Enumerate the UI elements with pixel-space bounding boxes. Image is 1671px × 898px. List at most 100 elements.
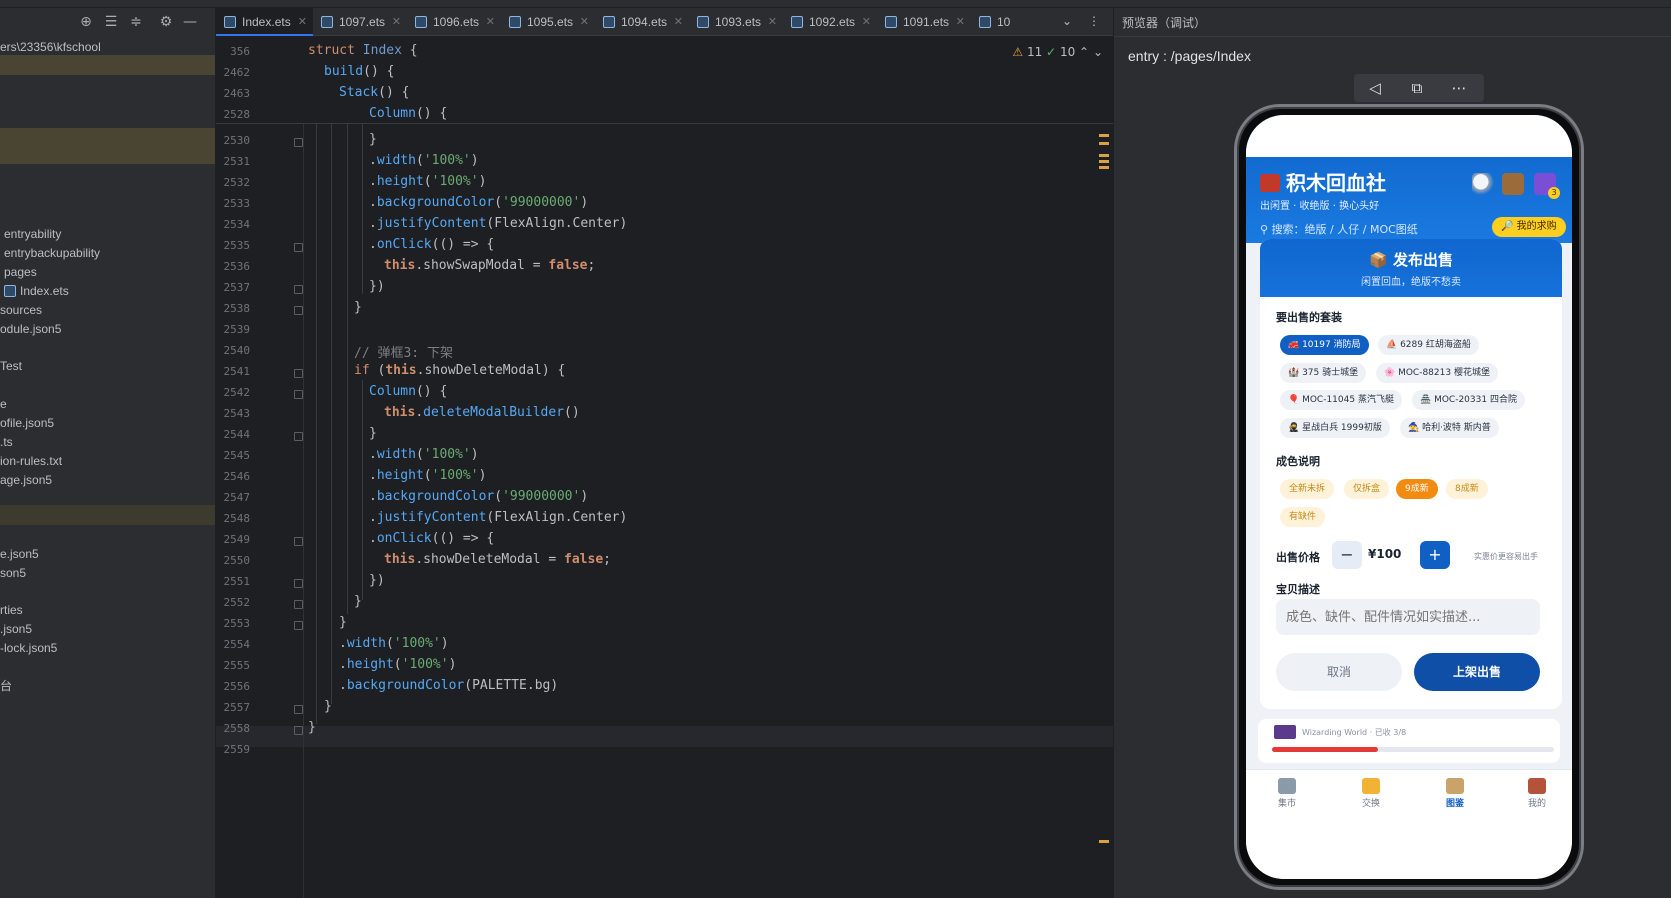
- tab-index-ets[interactable]: Index.ets ✕: [216, 8, 313, 36]
- tree-item[interactable]: ers\23356\kfschool: [0, 37, 215, 57]
- description-input[interactable]: [1276, 599, 1540, 635]
- tree-item[interactable]: pages: [0, 262, 215, 282]
- chevron-down-icon[interactable]: ⌄: [1093, 45, 1103, 59]
- tree-item[interactable]: rties: [0, 600, 215, 620]
- tree-item[interactable]: -lock.json5: [0, 638, 215, 658]
- tab-exchange[interactable]: 交换: [1336, 778, 1406, 809]
- code-editor[interactable]: Index.ets ✕ 1097.ets ✕ 1096.ets ✕ 1095.e…: [216, 8, 1113, 898]
- back-icon[interactable]: ◁: [1364, 78, 1386, 98]
- box-icon[interactable]: [1502, 173, 1524, 195]
- set-chip[interactable]: ⛵ 6289 红胡海盗船: [1378, 335, 1479, 355]
- tree-item[interactable]: 台: [0, 676, 215, 696]
- tree-item[interactable]: sources: [0, 300, 215, 320]
- tree-item[interactable]: Test: [0, 356, 215, 376]
- submit-listing-button[interactable]: 上架出售: [1414, 653, 1540, 691]
- tab-1093[interactable]: 1093.ets ✕: [689, 8, 783, 36]
- tree-item[interactable]: entrybackupability: [0, 243, 215, 263]
- close-icon[interactable]: ✕: [768, 8, 777, 36]
- tab-1096[interactable]: 1096.ets ✕: [407, 8, 501, 36]
- close-icon[interactable]: ✕: [392, 8, 401, 36]
- minimize-icon[interactable]: —: [182, 14, 198, 30]
- fold-marker[interactable]: [294, 369, 303, 378]
- set-chip[interactable]: 🥷 星战白兵 1999初版: [1280, 418, 1390, 438]
- close-icon[interactable]: ✕: [956, 8, 965, 36]
- set-chip[interactable]: 🧙 哈利·波特 斯内普: [1400, 418, 1499, 438]
- fold-marker[interactable]: [294, 138, 303, 147]
- more-icon[interactable]: ⋯: [1448, 78, 1470, 98]
- magnifier-icon[interactable]: [1472, 173, 1494, 195]
- chevron-up-icon[interactable]: ⌃: [1079, 45, 1089, 59]
- locate-icon[interactable]: ⊕: [78, 14, 94, 30]
- fold-marker[interactable]: [294, 537, 303, 546]
- tree-item[interactable]: ofile.json5: [0, 413, 215, 433]
- close-icon[interactable]: ✕: [486, 8, 495, 36]
- tree-item[interactable]: .ts: [0, 432, 215, 452]
- scroll-marker[interactable]: [1099, 160, 1109, 163]
- set-chip[interactable]: 🚒 10197 消防局: [1280, 335, 1369, 355]
- tab-mine[interactable]: 我的: [1502, 778, 1572, 809]
- tree-item[interactable]: entryability: [0, 224, 215, 244]
- tree-item[interactable]: ion-rules.txt: [0, 451, 215, 471]
- rotate-device-icon[interactable]: ⧉: [1406, 78, 1428, 98]
- tree-item[interactable]: [0, 505, 215, 525]
- expand-all-icon[interactable]: ☰: [103, 14, 119, 30]
- close-icon[interactable]: ✕: [298, 8, 307, 36]
- collapse-all-icon[interactable]: ≑: [128, 14, 144, 30]
- tree-item[interactable]: age.json5: [0, 470, 215, 490]
- fold-marker[interactable]: [294, 432, 303, 441]
- tree-item[interactable]: [0, 55, 215, 75]
- gear-icon[interactable]: ⚙: [158, 14, 174, 30]
- fold-marker[interactable]: [294, 621, 303, 630]
- tree-item[interactable]: .json5: [0, 619, 215, 639]
- tab-1091[interactable]: 1091.ets ✕: [877, 8, 971, 36]
- scroll-marker[interactable]: [1099, 134, 1109, 137]
- set-chip[interactable]: 🌸 MOC-88213 樱花城堡: [1376, 363, 1498, 383]
- scroll-marker[interactable]: [1099, 166, 1109, 169]
- fold-marker[interactable]: [294, 579, 303, 588]
- condition-chip[interactable]: 有缺件: [1280, 507, 1326, 527]
- tab-1092[interactable]: 1092.ets ✕: [783, 8, 877, 36]
- set-chip[interactable]: 🎈 MOC-11045 蒸汽飞艇: [1280, 390, 1402, 410]
- scroll-marker[interactable]: [1099, 154, 1109, 157]
- brick-icon: [1528, 778, 1546, 794]
- price-decrease-button[interactable]: −: [1332, 541, 1362, 569]
- fold-marker[interactable]: [294, 243, 303, 252]
- inspection-widget[interactable]: ⚠ 11 ✓ 10 ⌃ ⌄: [1012, 45, 1103, 59]
- fold-marker[interactable]: [294, 306, 303, 315]
- fold-marker[interactable]: [294, 726, 303, 735]
- tree-item[interactable]: son5: [0, 563, 215, 583]
- condition-chip[interactable]: 全新未拆: [1280, 479, 1335, 499]
- close-icon[interactable]: ✕: [674, 8, 683, 36]
- tree-item[interactable]: e: [0, 394, 215, 414]
- tree-item[interactable]: odule.json5: [0, 319, 215, 339]
- tree-item[interactable]: [0, 204, 215, 224]
- close-icon[interactable]: ✕: [580, 8, 589, 36]
- condition-chip[interactable]: 8成新: [1446, 479, 1488, 499]
- more-vertical-icon[interactable]: ⋮: [1088, 14, 1100, 28]
- fold-marker[interactable]: [294, 600, 303, 609]
- condition-chip[interactable]: 仅拆盒: [1344, 479, 1390, 499]
- fold-marker[interactable]: [294, 705, 303, 714]
- chevron-down-icon[interactable]: ⌄: [1062, 14, 1072, 28]
- scroll-marker[interactable]: [1099, 142, 1109, 145]
- tab-catalog[interactable]: 图鉴: [1420, 778, 1490, 809]
- tab-1097[interactable]: 1097.ets ✕: [313, 8, 407, 36]
- close-icon[interactable]: ✕: [862, 8, 871, 36]
- scroll-marker[interactable]: [1099, 840, 1109, 843]
- tree-item[interactable]: e.json5: [0, 544, 215, 564]
- tab-10-truncated[interactable]: 10: [971, 8, 1023, 36]
- tab-1095[interactable]: 1095.ets ✕: [501, 8, 595, 36]
- search-bar[interactable]: ⚲ 搜索：绝版 / 人仔 / MOC图纸: [1260, 221, 1418, 237]
- cancel-button[interactable]: 取消: [1276, 653, 1402, 691]
- tab-1094[interactable]: 1094.ets ✕: [595, 8, 689, 36]
- tree-item[interactable]: [0, 128, 215, 164]
- my-wishlist-button[interactable]: 🔎 我的求购: [1492, 217, 1566, 237]
- fold-marker[interactable]: [294, 285, 303, 294]
- fold-marker[interactable]: [294, 390, 303, 399]
- set-chip[interactable]: 🏰 375 骑士城堡: [1280, 363, 1367, 383]
- condition-chip[interactable]: 9成新: [1396, 479, 1438, 499]
- tree-item-index-ets[interactable]: Index.ets: [0, 281, 215, 301]
- set-chip[interactable]: 🏯 MOC-20331 四合院: [1412, 390, 1525, 410]
- tab-market[interactable]: 集市: [1252, 778, 1322, 809]
- price-increase-button[interactable]: +: [1420, 541, 1450, 569]
